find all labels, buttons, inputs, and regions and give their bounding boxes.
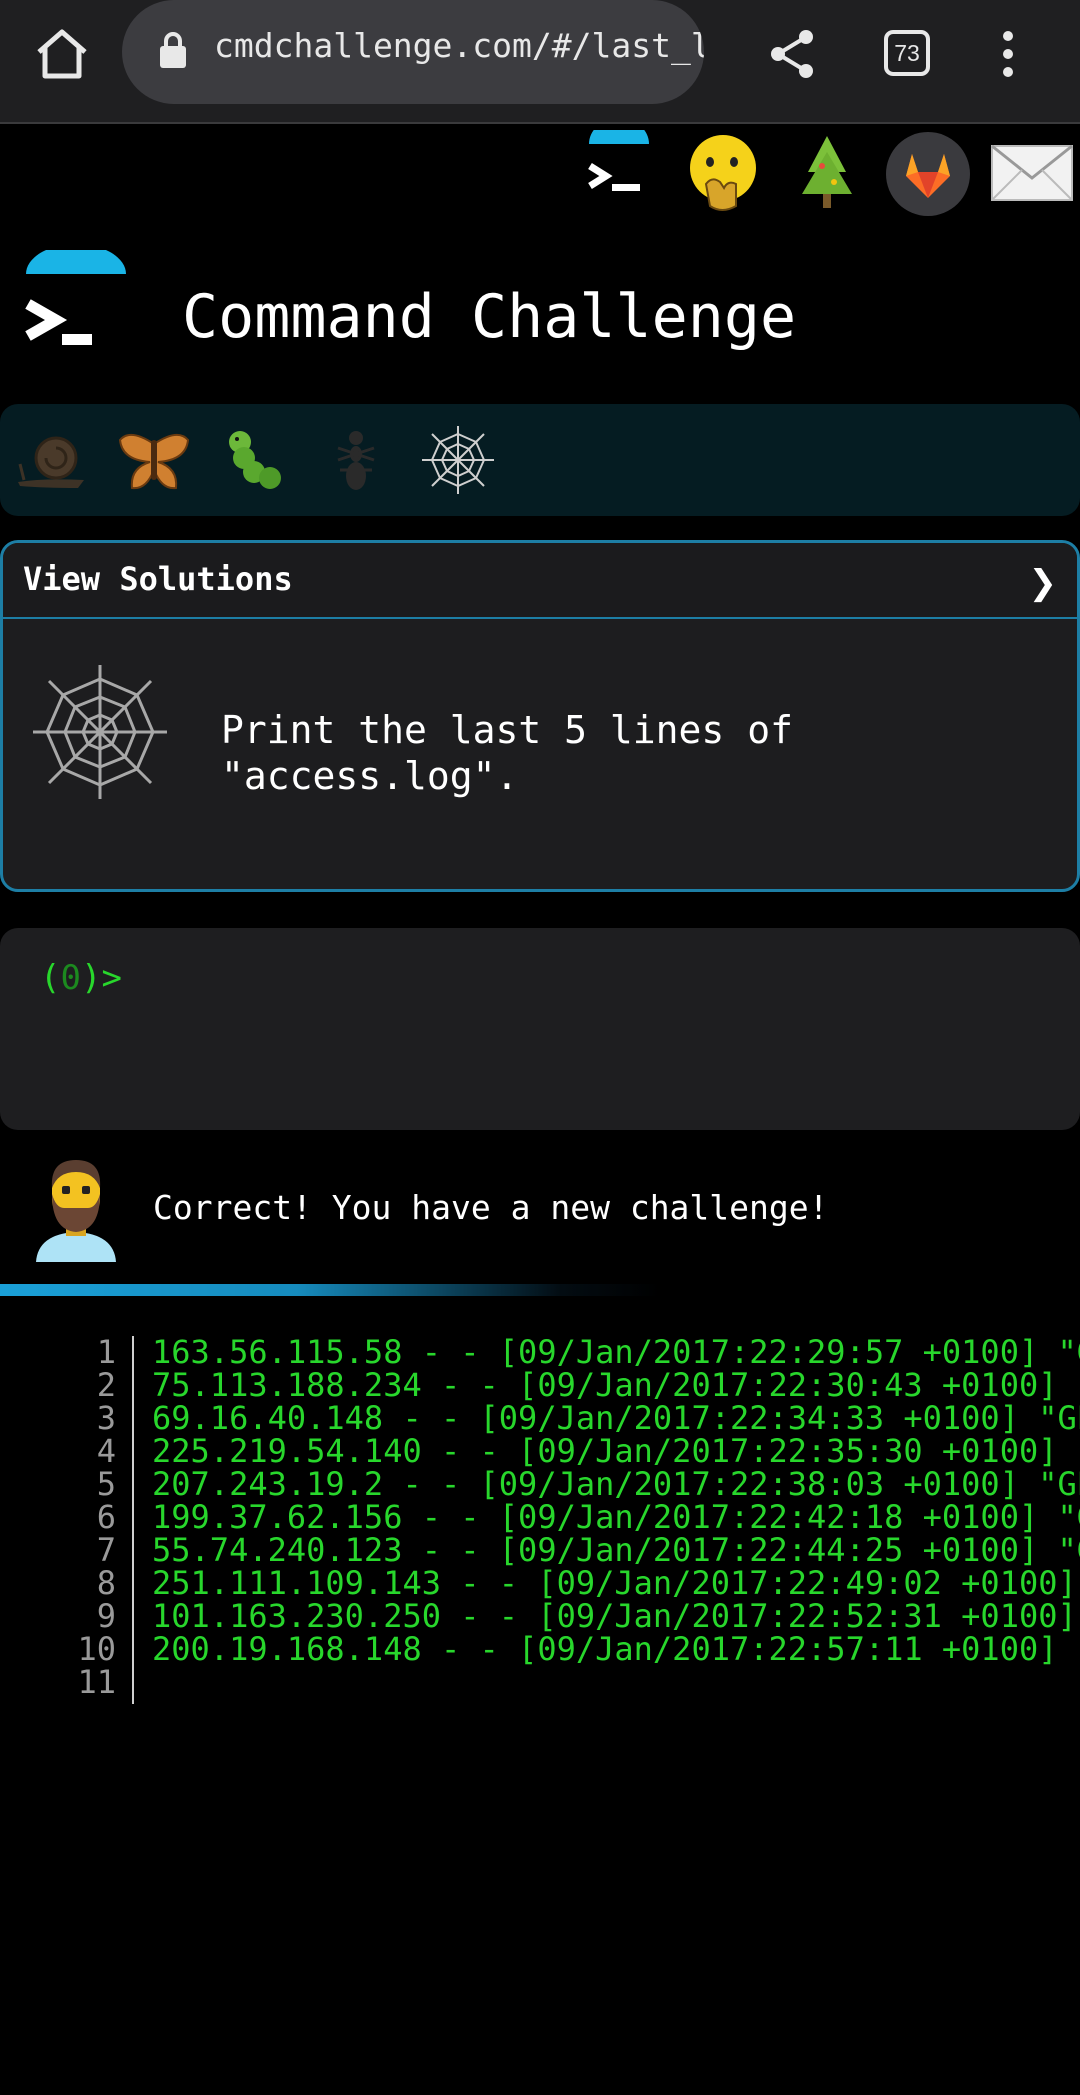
output-line: 4 225.219.54.140 - - [09/Jan/2017:22:35:3… xyxy=(0,1435,1080,1468)
feedback-message: Correct! You have a new challenge! xyxy=(153,1188,829,1227)
output-line: 11 xyxy=(0,1666,1080,1699)
url-text[interactable]: cmdchallenge.com/#/last_lines xyxy=(214,26,704,65)
page-title: Command Challenge xyxy=(182,282,797,352)
mail-icon[interactable] xyxy=(990,144,1074,202)
line-number: 8 xyxy=(96,1564,116,1602)
bearded-man-avatar-icon xyxy=(36,1160,116,1262)
chevron-right-icon[interactable]: ❯ xyxy=(1029,563,1058,603)
line-text: 101.163.230.250 - - [09/Jan/2017:22:52:3… xyxy=(152,1597,1080,1635)
spider-web-icon[interactable] xyxy=(420,424,496,496)
share-icon[interactable] xyxy=(768,28,818,80)
view-solutions-title[interactable]: View Solutions xyxy=(23,560,293,598)
face-hand-icon[interactable] xyxy=(688,132,758,212)
line-number: 4 xyxy=(96,1432,116,1470)
line-number: 6 xyxy=(96,1498,116,1536)
challenge-progress-bar xyxy=(0,404,1080,516)
output-line: 6 199.37.62.156 - - [09/Jan/2017:22:42:18… xyxy=(0,1501,1080,1534)
divider xyxy=(0,1284,660,1296)
line-number: 7 xyxy=(96,1531,116,1569)
line-number: 1 xyxy=(96,1336,116,1371)
line-text: 75.113.188.234 - - [09/Jan/2017:22:30:43… xyxy=(152,1366,1080,1404)
command-input[interactable] xyxy=(130,952,1034,1004)
line-text: 251.111.109.143 - - [09/Jan/2017:22:49:0… xyxy=(152,1564,1080,1602)
line-text: 207.243.19.2 - - [09/Jan/2017:22:38:03 +… xyxy=(152,1465,1080,1503)
caterpillar-icon[interactable] xyxy=(218,424,294,496)
challenge-description: Print the last 5 lines of "access.log". xyxy=(221,708,793,798)
line-number: 5 xyxy=(96,1465,116,1503)
tree-icon[interactable] xyxy=(794,132,860,212)
gitlab-icon[interactable] xyxy=(886,132,970,216)
line-number: 2 xyxy=(96,1366,116,1404)
lock-icon xyxy=(160,32,186,68)
line-text: 163.56.115.58 - - [09/Jan/2017:22:29:57 … xyxy=(152,1336,1080,1371)
spider-web-icon xyxy=(33,665,167,799)
tabs-icon[interactable]: 73 xyxy=(884,30,930,76)
output-line: 8 251.111.109.143 - - [09/Jan/2017:22:49:… xyxy=(0,1567,1080,1600)
terminal-icon[interactable] xyxy=(580,130,658,210)
line-text: 225.219.54.140 - - [09/Jan/2017:22:35:30… xyxy=(152,1432,1080,1470)
line-number: 3 xyxy=(96,1399,116,1437)
output-line: 9 101.163.230.250 - - [09/Jan/2017:22:52:… xyxy=(0,1600,1080,1633)
output-line: 3 69.16.40.148 - - [09/Jan/2017:22:34:33 … xyxy=(0,1402,1080,1435)
output-line: 10 200.19.168.148 - - [09/Jan/2017:22:57:… xyxy=(0,1633,1080,1666)
more-vert-icon[interactable] xyxy=(996,28,1020,80)
line-number: 10 xyxy=(77,1630,116,1668)
solutions-panel: View Solutions ❯ Print the last 5 lines … xyxy=(0,540,1080,892)
output-line: 1 163.56.115.58 - - [09/Jan/2017:22:29:57… xyxy=(0,1336,1080,1369)
line-number: 9 xyxy=(96,1597,116,1635)
address-bar[interactable]: cmdchallenge.com/#/last_lines xyxy=(122,0,704,104)
home-icon[interactable] xyxy=(33,28,91,80)
prompt-count: 0 xyxy=(60,958,81,998)
output-line: 7 55.74.240.123 - - [09/Jan/2017:22:44:25… xyxy=(0,1534,1080,1567)
command-terminal[interactable]: (0)> xyxy=(0,928,1080,1130)
line-text: 69.16.40.148 - - [09/Jan/2017:22:34:33 +… xyxy=(152,1399,1080,1437)
output-line: 2 75.113.188.234 - - [09/Jan/2017:22:30:4… xyxy=(0,1369,1080,1402)
line-text: 55.74.240.123 - - [09/Jan/2017:22:44:25 … xyxy=(152,1531,1080,1569)
view-solutions-header[interactable]: View Solutions ❯ xyxy=(3,543,1077,619)
terminal-prompt: (0)> xyxy=(40,958,122,998)
browser-toolbar: cmdchallenge.com/#/last_lines 73 xyxy=(0,0,1080,124)
line-number: 11 xyxy=(77,1663,116,1701)
output-line: 5 207.243.19.2 - - [09/Jan/2017:22:38:03 … xyxy=(0,1468,1080,1501)
ant-icon[interactable] xyxy=(318,424,394,496)
line-text: 199.37.62.156 - - [09/Jan/2017:22:42:18 … xyxy=(152,1498,1080,1536)
snail-icon[interactable] xyxy=(14,424,90,496)
logo-terminal-icon xyxy=(25,250,126,345)
command-output: 1 163.56.115.58 - - [09/Jan/2017:22:29:57… xyxy=(0,1336,1080,1706)
line-text: 200.19.168.148 - - [09/Jan/2017:22:57:11… xyxy=(152,1630,1080,1668)
butterfly-icon[interactable] xyxy=(116,424,192,496)
